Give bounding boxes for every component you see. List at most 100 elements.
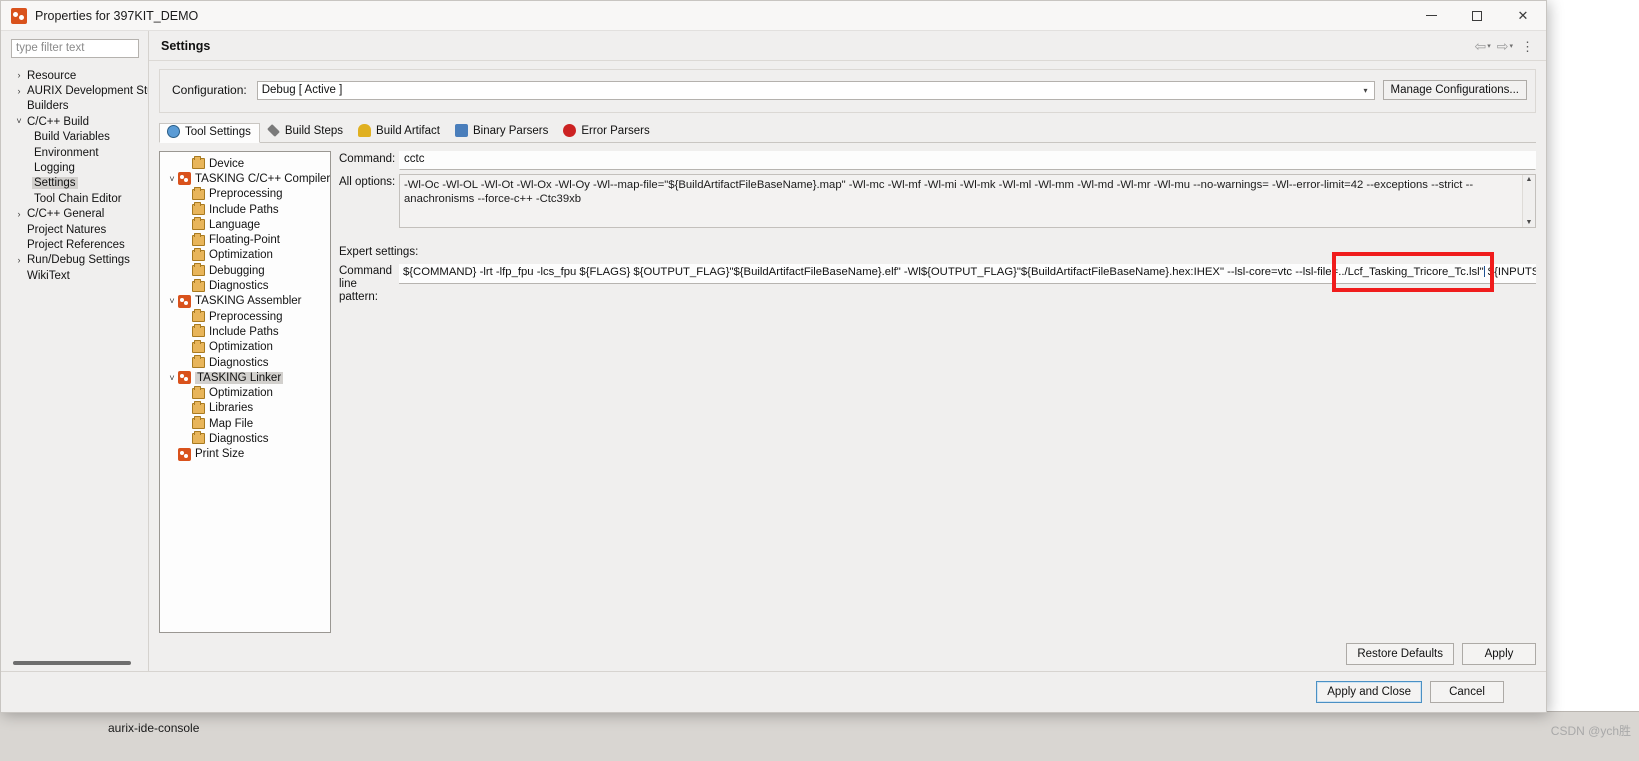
tab-label: Binary Parsers [472,124,549,137]
tool-tree-item-preprocessing[interactable]: Preprocessing [160,186,330,202]
scroll-up-icon[interactable]: ▲ [1526,176,1533,183]
nav-item-builders[interactable]: Builders [1,99,149,114]
twisty-icon[interactable]: › [13,209,25,219]
all-options-textarea[interactable]: -Wl-Oc -Wl-OL -Wl-Ot -Wl-Ox -Wl-Oy -Wl--… [399,174,1536,228]
nav-item-label: WikiText [27,269,70,282]
tab-error-parsers[interactable]: Error Parsers [556,122,657,142]
nav-horizontal-scrollbar[interactable] [13,661,131,665]
filter-input[interactable]: type filter text [11,39,139,58]
twisty-icon[interactable]: ˅ [13,117,25,126]
forward-arrow-icon[interactable]: ⇨ [1497,39,1509,53]
nav-item-tool-chain-editor[interactable]: Tool Chain Editor [1,191,149,206]
nav-item-label: Logging [34,162,75,175]
binary-parser-icon [454,124,468,137]
nav-item-run-debug-settings[interactable]: › Run/Debug Settings [1,253,149,268]
scrollbar-thumb[interactable] [1523,183,1535,219]
cancel-button[interactable]: Cancel [1430,681,1504,703]
tool-tree-item-libraries[interactable]: Libraries [160,400,330,416]
nav-item-c-c-build[interactable]: ˅ C/C++ Build [1,114,149,129]
forward-nav-group[interactable]: ⇨ ▾ [1495,39,1515,53]
apply-button[interactable]: Apply [1462,643,1536,665]
minimize-button[interactable] [1408,1,1454,31]
apply-and-close-button[interactable]: Apply and Close [1316,681,1422,703]
nav-item-wikitext[interactable]: WikiText [1,268,149,283]
twisty-icon[interactable]: › [13,71,25,80]
nav-item-project-natures[interactable]: Project Natures [1,222,149,237]
nav-item-resource[interactable]: › Resource [1,68,149,83]
tool-tree-label: Print Size [195,448,245,461]
tool-tree-item-tasking-c-c-compiler[interactable]: ˅ TASKING C/C++ Compiler [160,171,330,186]
tool-tree-item-include-paths[interactable]: Include Paths [160,324,330,339]
all-options-row: All options: -Wl-Oc -Wl-OL -Wl-Ot -Wl-Ox… [339,174,1536,228]
back-nav-group[interactable]: ⇦ ▾ [1473,39,1493,53]
pane-divider[interactable] [148,31,149,671]
watermark-text: CSDN @ych胜 [1550,724,1631,738]
nav-item-label: Project References [27,238,125,251]
nav-item-logging[interactable]: Logging [1,160,149,175]
nav-item-label: C/C++ Build [27,115,90,128]
tool-tree-item-debugging[interactable]: Debugging [160,263,330,278]
nav-item-environment[interactable]: Environment [1,145,149,160]
tool-tree-label: Preprocessing [209,310,283,323]
tool-tree-item-include-paths[interactable]: Include Paths [160,202,330,217]
folder-icon [192,431,205,445]
twisty-icon[interactable]: ˅ [166,373,178,383]
tool-tree-label: TASKING Linker [195,371,284,384]
tool-tree-item-optimization[interactable]: Optimization [160,385,330,400]
view-menu-icon[interactable]: ⋮ [1517,40,1538,53]
nav-item-project-references[interactable]: Project References [1,237,149,252]
configuration-label: Configuration: [172,83,247,97]
restore-defaults-button[interactable]: Restore Defaults [1346,643,1454,665]
nav-item-aurix-development-stuc[interactable]: › AURIX Development Stuc [1,83,150,98]
command-line-pattern-input[interactable]: ${COMMAND} -lrt -lfp_fpu -lcs_fpu ${FLAG… [399,264,1536,284]
all-options-scrollbar[interactable]: ▲ ▼ [1522,175,1535,227]
command-input[interactable]: cctc [399,151,1536,170]
twisty-icon[interactable]: › [13,255,25,265]
close-button[interactable]: ✕ [1500,1,1546,31]
tasking-icon [178,294,191,308]
nav-item-label: Builders [27,100,69,113]
tasking-icon [178,371,191,385]
tab-build-artifact[interactable]: Build Artifact [351,122,448,142]
nav-item-c-c-general[interactable]: › C/C++ General [1,207,149,222]
back-chevron-down-icon[interactable]: ▾ [1487,43,1491,50]
twisty-icon[interactable]: › [13,86,25,96]
tool-tree-item-print-size[interactable]: Print Size [160,447,330,462]
tool-tree-item-optimization[interactable]: Optimization [160,339,330,355]
scroll-down-icon[interactable]: ▼ [1526,219,1533,226]
tool-tree-item-diagnostics[interactable]: Diagnostics [160,278,330,293]
forward-chevron-down-icon[interactable]: ▾ [1509,43,1513,50]
tool-tree-item-preprocessing[interactable]: Preprocessing [160,309,330,324]
tool-tree-item-optimization[interactable]: Optimization [160,247,330,263]
tab-binary-parsers[interactable]: Binary Parsers [448,122,556,142]
twisty-icon[interactable]: ˅ [166,296,178,306]
expert-settings-label: Expert settings: [339,246,419,258]
configuration-select[interactable]: Debug [ Active ] ▾ [256,80,1375,100]
console-tab-label[interactable]: aurix-ide-console [108,721,199,735]
tasking-icon [178,447,191,461]
tool-tree-item-diagnostics[interactable]: Diagnostics [160,431,330,446]
page-header: Settings ⇦ ▾ ⇨ ▾ ⋮ [149,31,1546,61]
tool-settings-tree[interactable]: Device ˅ TASKING C/C++ Compiler Preprocessi… [159,151,331,633]
nav-item-build-variables[interactable]: Build Variables [1,130,149,145]
tool-tree-item-tasking-assembler[interactable]: ˅ TASKING Assembler [160,294,330,309]
twisty-icon[interactable]: ˅ [166,174,178,184]
tool-tree-label: Include Paths [209,203,279,216]
dialog-titlebar[interactable]: Properties for 397KIT_DEMO ✕ [1,1,1546,31]
tool-tree-item-tasking-linker[interactable]: ˅ TASKING Linker [160,370,330,385]
maximize-button[interactable] [1454,1,1500,31]
tool-tree-item-floating-point[interactable]: Floating-Point [160,232,330,247]
nav-item-label: Environment [34,146,99,159]
tool-tree-item-language[interactable]: Language [160,217,330,232]
back-arrow-icon[interactable]: ⇦ [1475,39,1487,53]
tool-tree-item-device[interactable]: Device [160,156,330,171]
tab-label: Error Parsers [581,124,650,137]
manage-configurations-button[interactable]: Manage Configurations... [1382,80,1527,100]
tab-build-steps[interactable]: Build Steps [260,122,351,142]
tool-tree-label: Map File [209,417,254,430]
tab-tool-settings[interactable]: Tool Settings [159,123,260,143]
tool-tree-item-diagnostics[interactable]: Diagnostics [160,355,330,370]
folder-icon [192,263,205,277]
nav-item-settings[interactable]: Settings [1,176,149,191]
tool-tree-item-map-file[interactable]: Map File [160,416,330,431]
